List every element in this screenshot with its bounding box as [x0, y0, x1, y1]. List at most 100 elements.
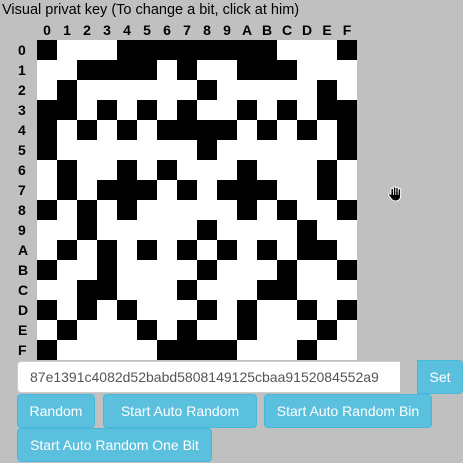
bit-cell[interactable]	[57, 220, 77, 240]
bit-cell[interactable]	[317, 300, 337, 320]
bit-cell[interactable]	[297, 160, 317, 180]
bit-cell[interactable]	[197, 40, 217, 60]
bit-cell[interactable]	[97, 240, 117, 260]
bit-cell[interactable]	[157, 80, 177, 100]
bit-cell[interactable]	[257, 280, 277, 300]
bit-cell[interactable]	[117, 220, 137, 240]
bit-cell[interactable]	[57, 280, 77, 300]
bit-cell[interactable]	[117, 260, 137, 280]
bit-cell[interactable]	[137, 320, 157, 340]
bit-cell[interactable]	[237, 120, 257, 140]
bit-cell[interactable]	[317, 340, 337, 360]
bit-cell[interactable]	[57, 60, 77, 80]
bit-cell[interactable]	[197, 220, 217, 240]
bit-cell[interactable]	[77, 240, 97, 260]
bit-cell[interactable]	[157, 320, 177, 340]
bit-cell[interactable]	[337, 220, 357, 240]
bit-cell[interactable]	[197, 100, 217, 120]
bit-cell[interactable]	[37, 120, 57, 140]
bit-cell[interactable]	[197, 240, 217, 260]
bit-cell[interactable]	[337, 240, 357, 260]
bit-cell[interactable]	[177, 300, 197, 320]
bit-cell[interactable]	[137, 160, 157, 180]
bit-cell[interactable]	[297, 140, 317, 160]
bit-cell[interactable]	[157, 160, 177, 180]
bit-cell[interactable]	[197, 180, 217, 200]
bit-cell[interactable]	[77, 220, 97, 240]
bit-cell[interactable]	[297, 280, 317, 300]
bit-cell[interactable]	[197, 320, 217, 340]
bit-cell[interactable]	[117, 180, 137, 200]
bit-cell[interactable]	[317, 140, 337, 160]
bit-cell[interactable]	[97, 220, 117, 240]
bit-cell[interactable]	[57, 160, 77, 180]
bit-cell[interactable]	[97, 260, 117, 280]
bit-cell[interactable]	[77, 340, 97, 360]
bit-cell[interactable]	[137, 280, 157, 300]
bit-cell[interactable]	[337, 120, 357, 140]
bit-cell[interactable]	[277, 100, 297, 120]
bit-cell[interactable]	[97, 100, 117, 120]
bit-cell[interactable]	[237, 220, 257, 240]
bit-cell[interactable]	[117, 200, 137, 220]
bit-cell[interactable]	[117, 160, 137, 180]
bit-cell[interactable]	[257, 340, 277, 360]
bit-cell[interactable]	[137, 100, 157, 120]
bit-cell[interactable]	[37, 60, 57, 80]
bit-cell[interactable]	[317, 80, 337, 100]
bit-cell[interactable]	[297, 60, 317, 80]
bit-cell[interactable]	[237, 260, 257, 280]
bit-cell[interactable]	[217, 140, 237, 160]
bit-cell[interactable]	[117, 60, 137, 80]
bit-cell[interactable]	[157, 340, 177, 360]
bit-cell[interactable]	[237, 80, 257, 100]
bit-cell[interactable]	[337, 100, 357, 120]
bit-cell[interactable]	[317, 100, 337, 120]
bit-cell[interactable]	[37, 340, 57, 360]
bit-cell[interactable]	[257, 200, 277, 220]
bit-cell[interactable]	[257, 100, 277, 120]
bit-cell[interactable]	[37, 280, 57, 300]
bit-cell[interactable]	[37, 140, 57, 160]
bit-cell[interactable]	[137, 120, 157, 140]
bit-cell[interactable]	[37, 240, 57, 260]
bit-cell[interactable]	[337, 320, 357, 340]
bit-cell[interactable]	[217, 300, 237, 320]
bit-cell[interactable]	[217, 180, 237, 200]
bit-cell[interactable]	[57, 180, 77, 200]
bit-cell[interactable]	[277, 320, 297, 340]
bit-cell[interactable]	[217, 80, 237, 100]
bit-cell[interactable]	[277, 60, 297, 80]
bit-cell[interactable]	[237, 200, 257, 220]
bit-cell[interactable]	[177, 280, 197, 300]
bit-cell[interactable]	[277, 260, 297, 280]
start-auto-random-bin-button[interactable]: Start Auto Random Bin	[264, 394, 432, 428]
bit-cell[interactable]	[237, 140, 257, 160]
bit-cell[interactable]	[137, 340, 157, 360]
bit-cell[interactable]	[177, 100, 197, 120]
bit-cell[interactable]	[97, 80, 117, 100]
bit-cell[interactable]	[97, 160, 117, 180]
bit-cell[interactable]	[297, 180, 317, 200]
bit-cell[interactable]	[197, 260, 217, 280]
bit-cell[interactable]	[237, 160, 257, 180]
bit-cell[interactable]	[137, 220, 157, 240]
bit-cell[interactable]	[297, 80, 317, 100]
bit-cell[interactable]	[197, 280, 217, 300]
bit-cell[interactable]	[277, 120, 297, 140]
bit-cell[interactable]	[157, 120, 177, 140]
bit-cell[interactable]	[197, 140, 217, 160]
bit-cell[interactable]	[237, 320, 257, 340]
bit-cell[interactable]	[257, 240, 277, 260]
bit-cell[interactable]	[217, 280, 237, 300]
bit-cell[interactable]	[297, 200, 317, 220]
bit-cell[interactable]	[37, 260, 57, 280]
bit-cell[interactable]	[317, 120, 337, 140]
bit-cell[interactable]	[237, 240, 257, 260]
bit-cell[interactable]	[257, 40, 277, 60]
bit-cell[interactable]	[177, 340, 197, 360]
bit-cell[interactable]	[77, 300, 97, 320]
bit-cell[interactable]	[337, 80, 357, 100]
bit-cell[interactable]	[77, 100, 97, 120]
bit-grid[interactable]	[37, 40, 357, 360]
